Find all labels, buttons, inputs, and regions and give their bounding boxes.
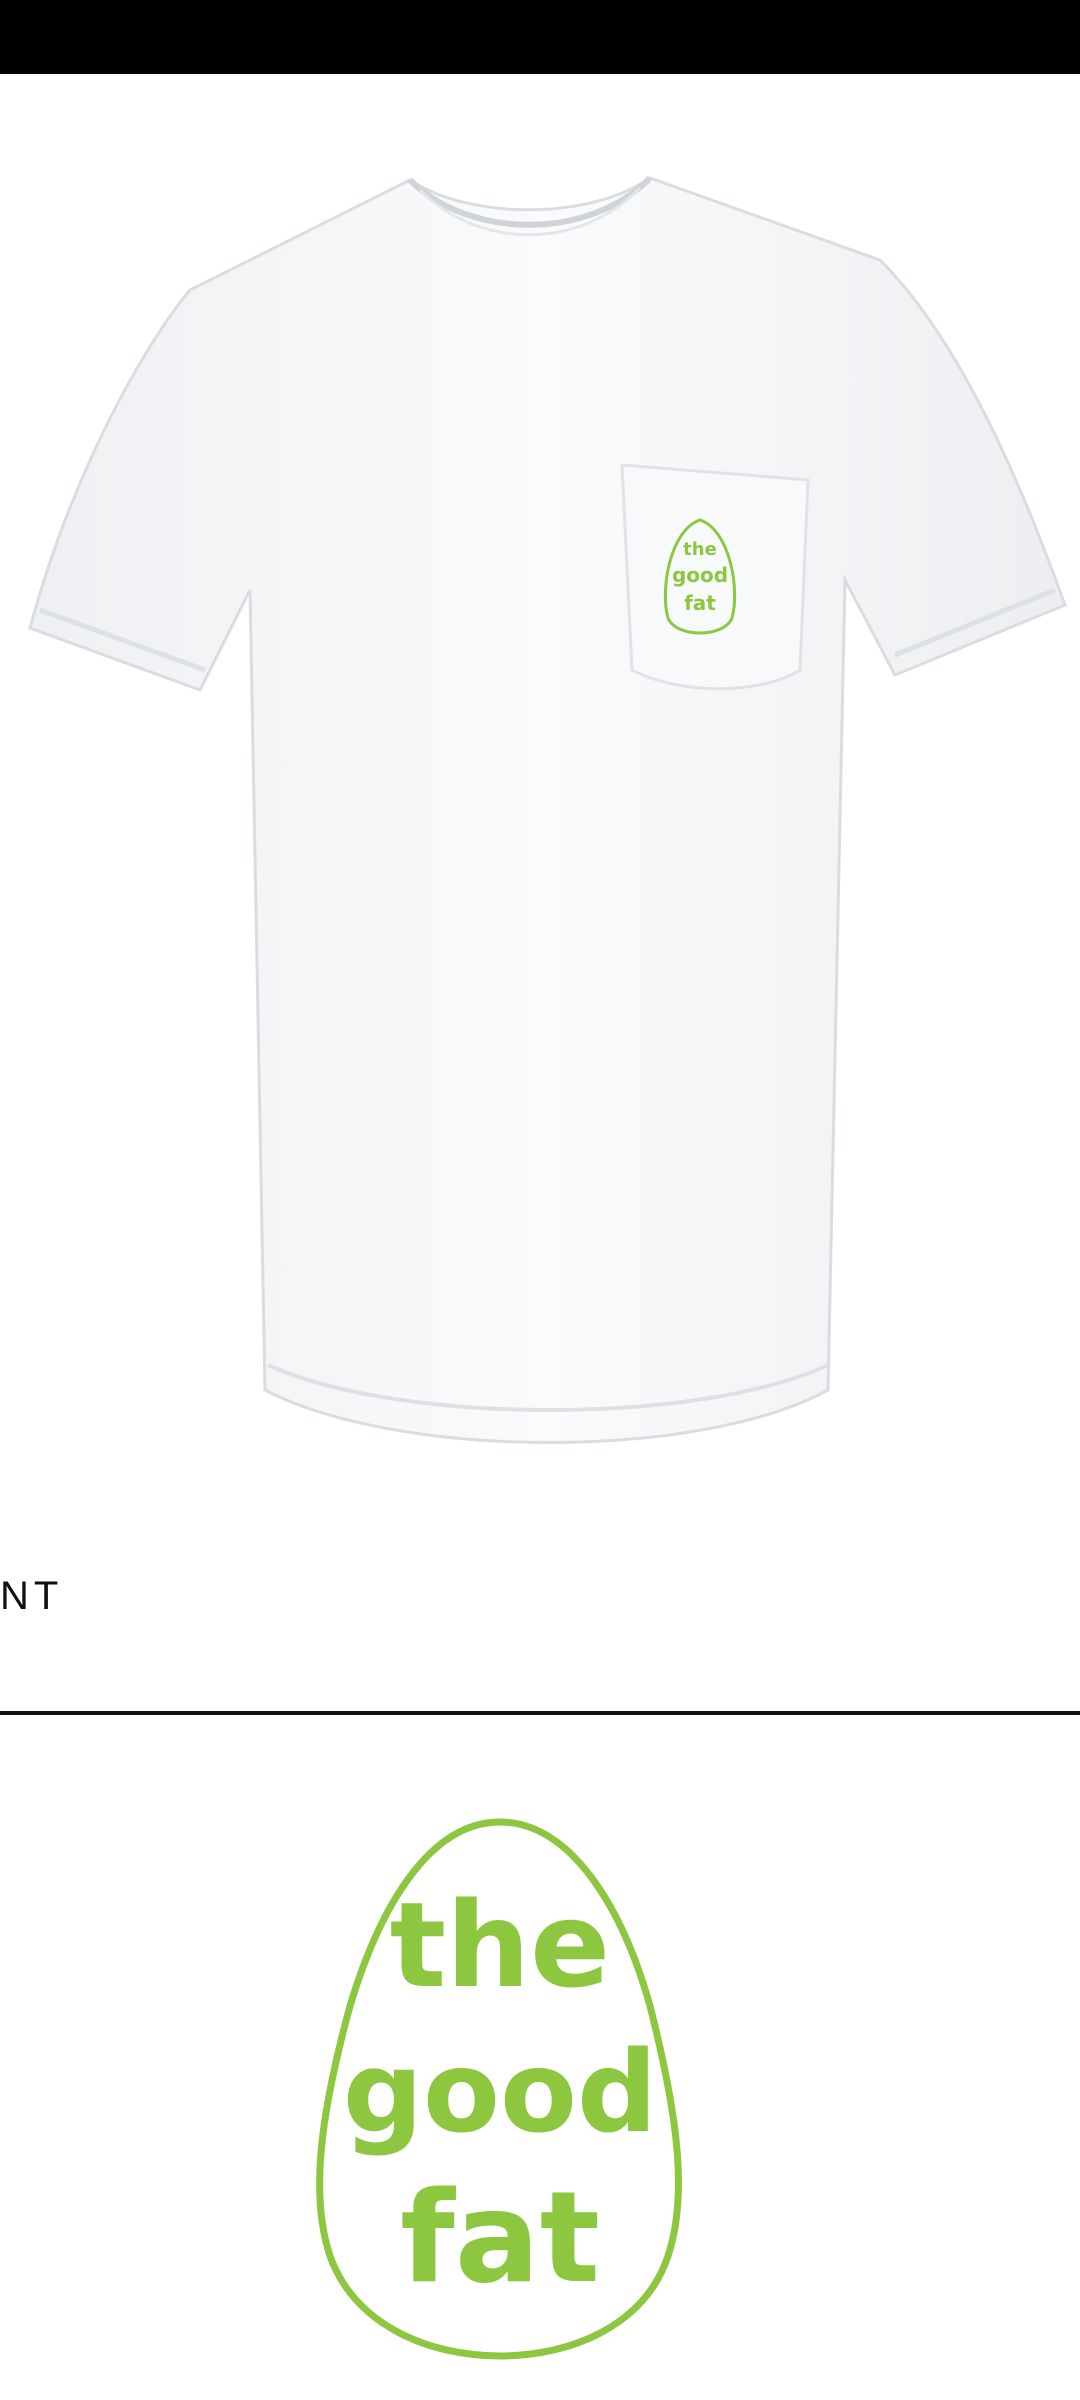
section-divider [0,1711,1080,1715]
tshirt-illustration: the good fat [28,175,1067,1444]
logo-artwork: the good fat [310,1816,690,2362]
logo-text-line3: fat [400,2164,600,2311]
svg-text:good: good [672,563,728,587]
logo-text-line1: the [390,1876,610,2014]
logo-text-line2: good [343,2028,657,2158]
svg-text:fat: fat [684,591,716,615]
svg-text:the: the [683,539,717,560]
avocado-logo-icon: the good fat [316,1818,682,2360]
tshirt-body [28,176,1067,1444]
tshirt-product-image[interactable]: the good fat [0,150,1080,1470]
print-location-label: NT [0,1574,64,1618]
top-bar [0,0,1080,74]
